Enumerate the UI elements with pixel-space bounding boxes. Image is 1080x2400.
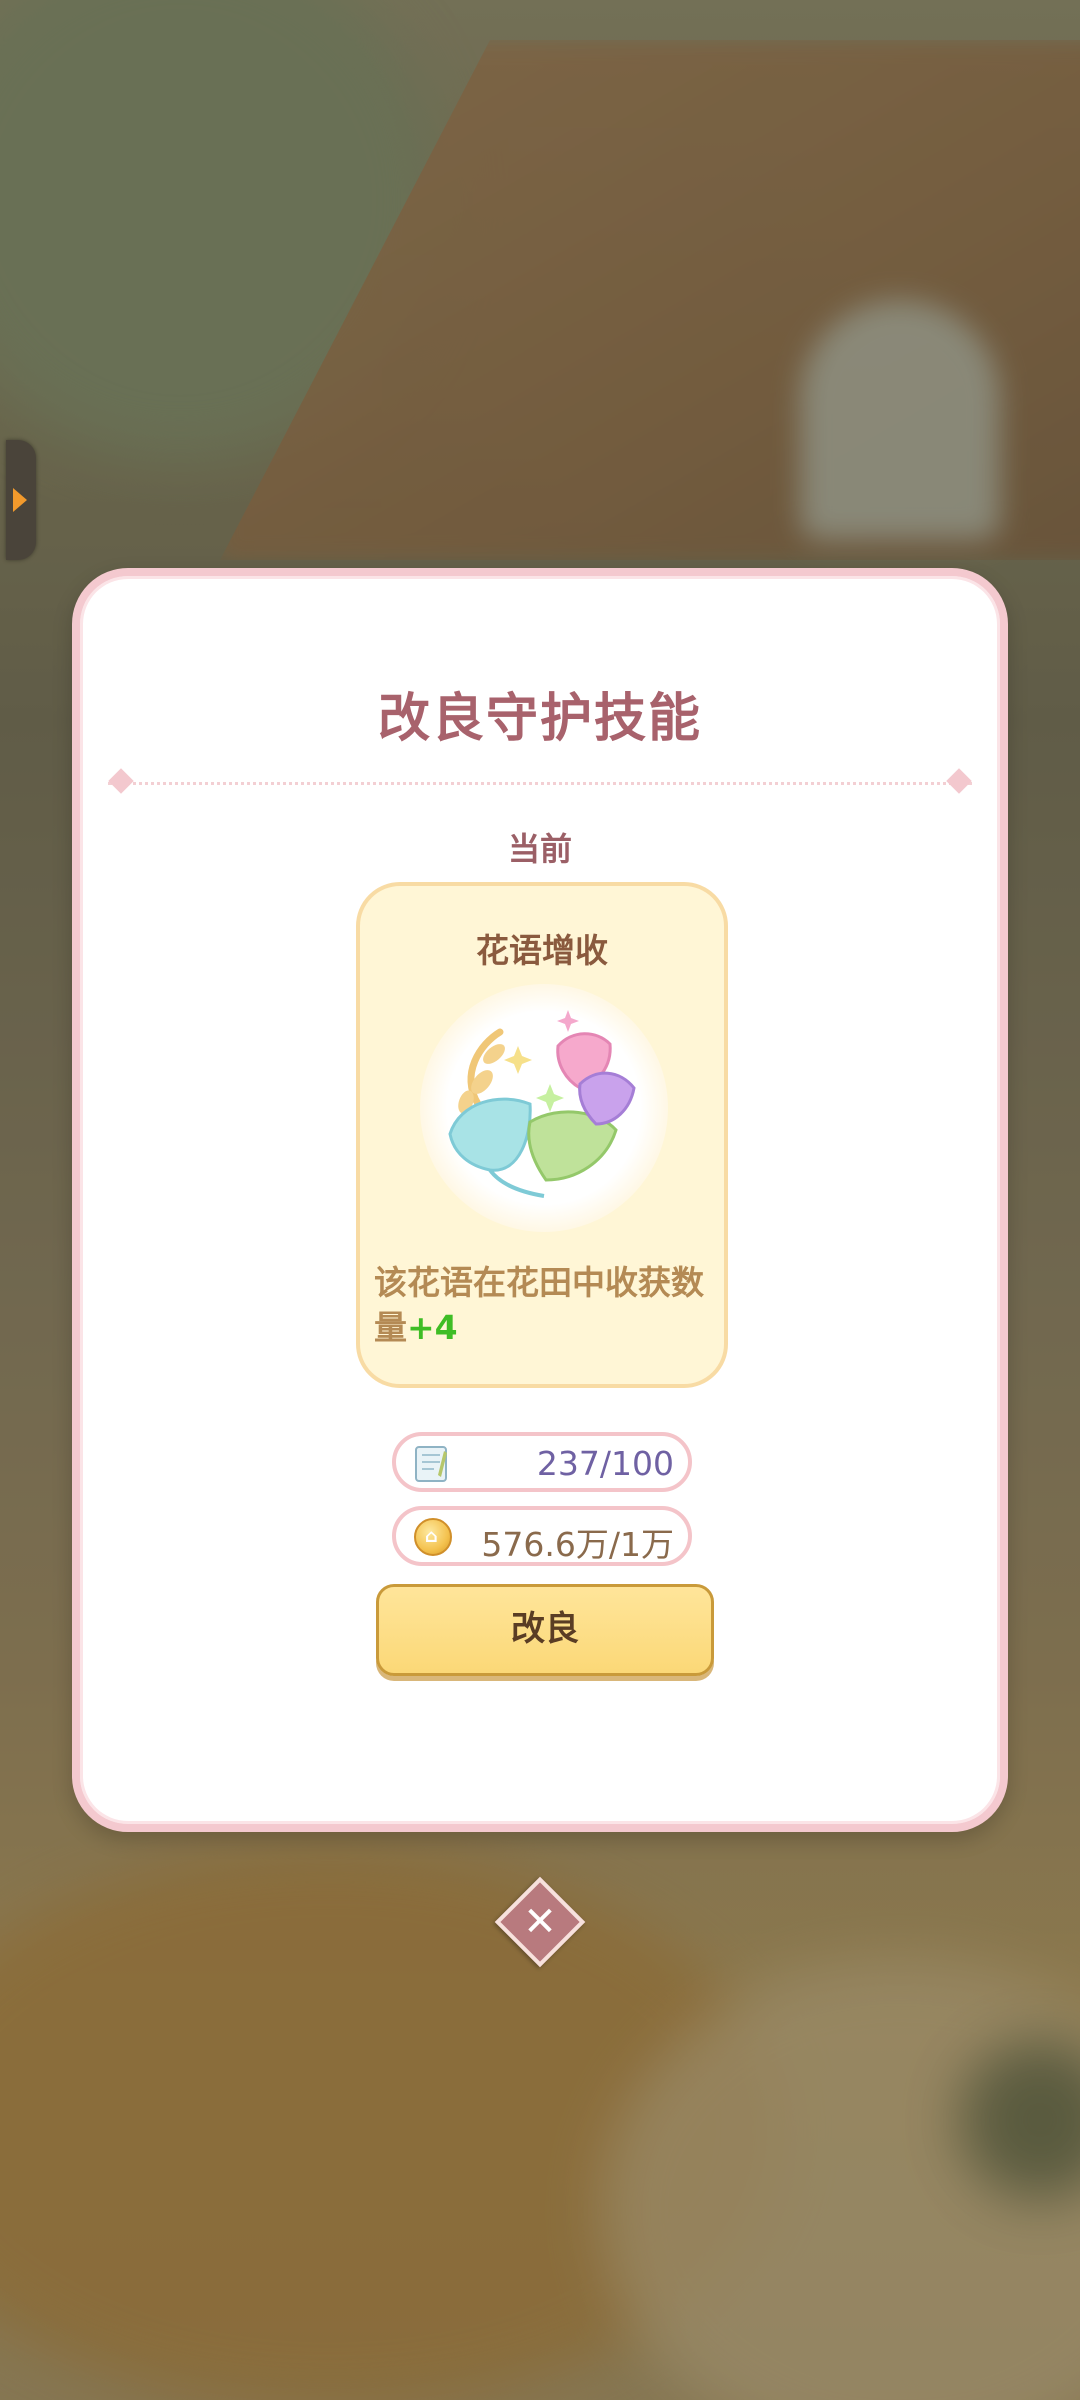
dialog-title: 改良守护技能	[377, 689, 702, 749]
skill-name: 花语增收	[476, 931, 608, 970]
divider-diamond-left	[108, 768, 134, 794]
title-divider	[108, 782, 972, 785]
coin-icon: ⌂	[414, 1518, 452, 1556]
notes-value: 237/100	[536, 1444, 674, 1483]
coins-resource: ⌂ 576.6万/1万	[392, 1506, 692, 1566]
divider-diamond-right	[946, 768, 972, 794]
notebook-icon	[414, 1445, 448, 1483]
current-label: 当前	[507, 830, 572, 868]
improve-button[interactable]: 改良	[376, 1584, 714, 1676]
coins-value: 576.6万/1万	[481, 1525, 674, 1564]
skill-bonus: +4	[407, 1308, 458, 1347]
notes-resource: 237/100	[392, 1432, 692, 1492]
improve-skill-dialog: 改良守护技能 当前 花语增收 该花语在花田中收获数量+4 237/100 ⌂ 5…	[72, 568, 1008, 1832]
close-icon: ✕	[523, 1899, 557, 1945]
chevron-right-icon	[13, 488, 27, 512]
side-expand-tab[interactable]	[6, 440, 36, 560]
skill-card: 花语增收 该花语在花田中收获数量+4	[356, 882, 728, 1388]
game-screen: 改良守护技能 当前 花语增收 该花语在花田中收获数量+4 237/100 ⌂ 5…	[0, 0, 1080, 2400]
flower-bouquet-icon	[420, 984, 668, 1232]
skill-description: 该花语在花田中收获数量+4	[374, 1260, 712, 1350]
